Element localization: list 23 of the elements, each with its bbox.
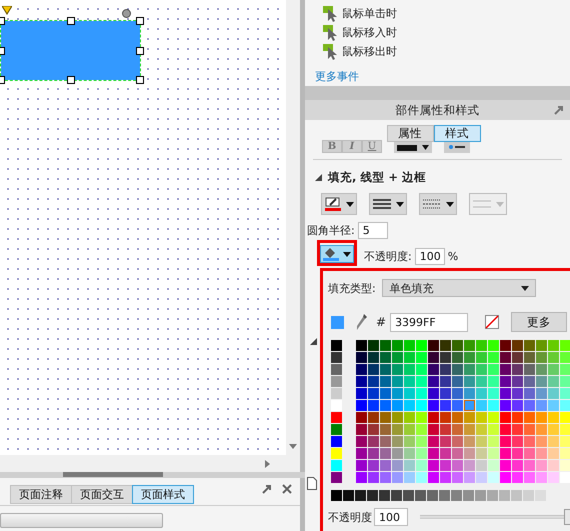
field-label: 填充类型: [328,280,376,296]
hex-field[interactable]: 3399FF [390,312,468,332]
field-label: 圆角半径: [307,223,355,238]
field-label: 不透明度: [364,248,412,264]
hash-label: # [376,315,386,329]
unit-label: % [448,250,458,262]
panel-title: 部件属性和样式 [396,102,480,118]
more-events-link[interactable]: 更多事件 [315,69,359,84]
event-item[interactable]: 鼠标移入时 [342,25,397,40]
field-label: 不透明度 [328,510,372,524]
panel-tab[interactable]: 样式 [434,125,480,142]
section-title: 填充, 线型 + 边框 [328,170,426,185]
event-item[interactable]: 鼠标移出时 [342,44,397,59]
opacity-field[interactable]: 100 [374,508,408,526]
panel-tab[interactable]: 页面注释 [10,485,72,504]
opacity-field[interactable]: 100 [414,248,445,264]
event-item[interactable]: 鼠标单击时 [342,6,397,21]
more-button[interactable]: 更多 [511,312,568,332]
panel-tab[interactable]: 页面交互 [71,485,133,504]
panel-tab[interactable]: 属性 [386,125,434,142]
panel-tab[interactable]: 页面样式 [132,485,194,504]
corner-radius-field[interactable]: 5 [358,222,388,239]
fill-type-dropdown[interactable]: 单色填充 [382,279,536,297]
